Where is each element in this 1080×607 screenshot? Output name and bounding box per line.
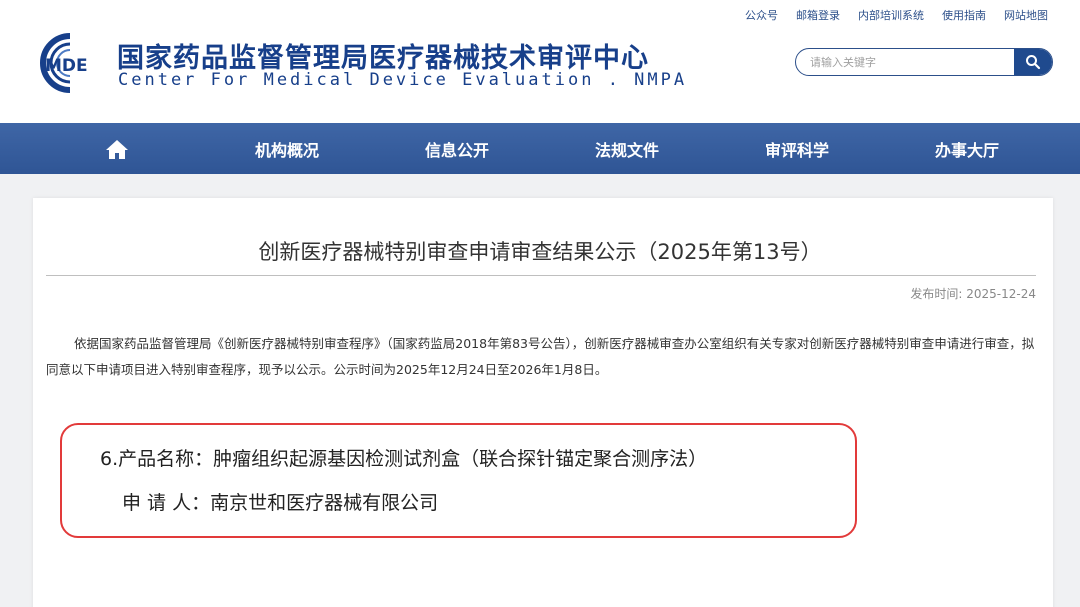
publish-date: 2025-12-24 — [966, 287, 1036, 301]
site-name-en: Center For Medical Device Evaluation . N… — [118, 70, 688, 90]
publish-time: 发布时间: 2025-12-24 — [910, 285, 1036, 302]
nav-home[interactable] — [32, 123, 202, 174]
search-icon — [1026, 55, 1041, 70]
title-divider — [46, 275, 1036, 276]
article-body: 依据国家药品监督管理局《创新医疗器械特别审查程序》（国家药监局2018年第83号… — [46, 336, 1035, 377]
nav-item-service-hall[interactable]: 办事大厅 — [882, 123, 1052, 174]
top-link-sitemap[interactable]: 网站地图 — [1004, 7, 1048, 23]
mde-logo-icon[interactable]: MDE — [33, 32, 107, 94]
nav-item-about[interactable]: 机构概况 — [202, 123, 372, 174]
search-input[interactable] — [796, 49, 1014, 75]
article-title: 创新医疗器械特别审查申请审查结果公示（2025年第13号） — [258, 240, 822, 264]
top-link-internal-training[interactable]: 内部培训系统 — [858, 7, 924, 23]
product-name-line: 6.产品名称：肿瘤组织起源基因检测试剂盒（联合探针锚定聚合测序法） — [100, 448, 708, 470]
highlight-annotation — [60, 423, 857, 538]
nav-item-review-science[interactable]: 审评科学 — [712, 123, 882, 174]
publish-label: 发布时间: — [910, 287, 963, 301]
logo-mark-text: MDE — [45, 56, 88, 76]
nav-item-regulations[interactable]: 法规文件 — [542, 123, 712, 174]
search-button[interactable] — [1014, 49, 1052, 75]
home-icon — [106, 139, 128, 159]
nav-item-info-disclosure[interactable]: 信息公开 — [372, 123, 542, 174]
top-link-wechat[interactable]: 公众号 — [745, 7, 778, 23]
top-link-mail-login[interactable]: 邮箱登录 — [796, 7, 840, 23]
main-nav: 机构概况 信息公开 法规文件 审评科学 办事大厅 — [0, 123, 1080, 174]
top-links: 公众号 邮箱登录 内部培训系统 使用指南 网站地图 — [745, 7, 1048, 23]
applicant-line: 申 请 人：南京世和医疗器械有限公司 — [122, 492, 439, 514]
top-link-guide[interactable]: 使用指南 — [942, 7, 986, 23]
site-header: 公众号 邮箱登录 内部培训系统 使用指南 网站地图 MDE 国家药品监督管理局医… — [0, 0, 1080, 123]
search-box — [795, 48, 1053, 76]
